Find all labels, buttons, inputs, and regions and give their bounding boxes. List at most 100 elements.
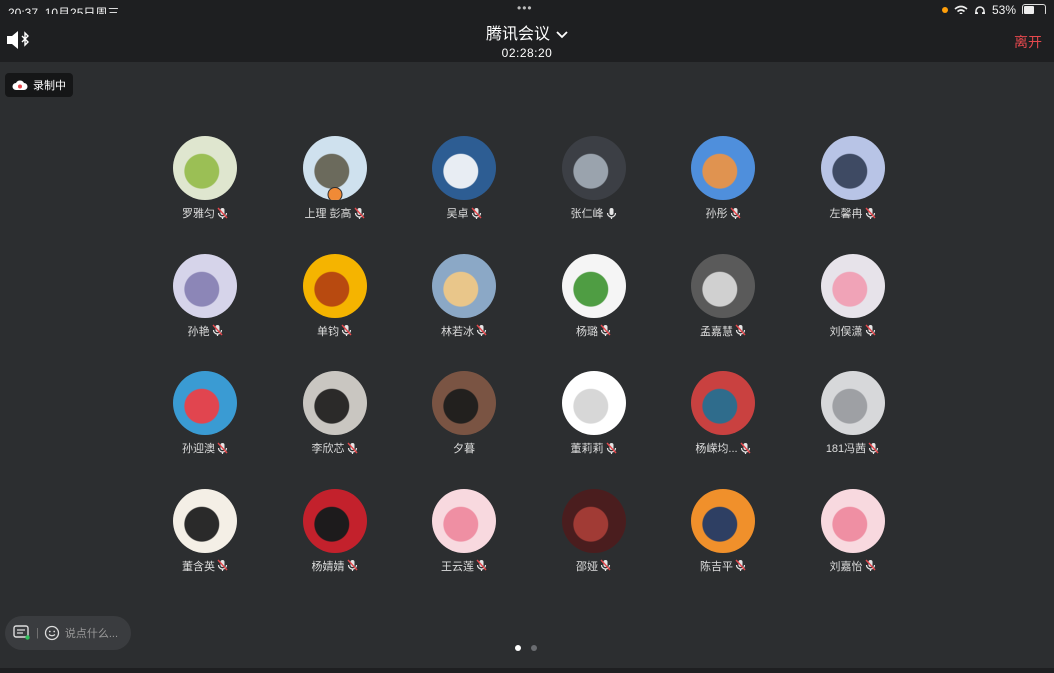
avatar[interactable] — [691, 253, 755, 318]
participant-tile[interactable]: 王云莲 — [399, 488, 529, 585]
participant-name: 李欣芯 — [311, 443, 345, 455]
participant-tile[interactable]: 刘俣潇 — [788, 253, 918, 350]
participant-tile[interactable]: 杨嵘均... — [658, 371, 788, 467]
participant-tile[interactable]: 邵娅 — [529, 488, 659, 585]
mic-muted-icon — [346, 559, 358, 572]
participant-name: 上理 彭高 — [304, 208, 352, 220]
mic-muted-icon — [600, 324, 611, 337]
avatar[interactable] — [302, 488, 367, 553]
participant-tile[interactable]: 孟嘉慧 — [658, 253, 788, 350]
participant-tile[interactable]: 吴卓 — [399, 136, 529, 232]
avatar[interactable] — [561, 371, 626, 435]
participant-tile[interactable]: 董莉莉 — [529, 371, 659, 467]
participant-name: 张仁峰 — [570, 208, 604, 220]
chat-placeholder: 说点什么... — [64, 628, 119, 640]
participant-name: 杨璐 — [576, 325, 598, 338]
participant-name-row: 孙迎澳 — [140, 440, 270, 456]
chat-list-icon[interactable] — [13, 625, 31, 641]
avatar[interactable] — [561, 488, 626, 553]
mic-muted-icon — [864, 559, 876, 572]
avatar[interactable] — [173, 253, 237, 318]
avatar[interactable] — [302, 253, 367, 318]
avatar[interactable] — [820, 136, 885, 200]
participant-name-row: 董含英 — [140, 558, 270, 574]
participant-tile[interactable]: 陈吉平 — [658, 488, 788, 585]
bottom-bar — [0, 668, 1054, 673]
participant-tile[interactable]: 董含英 — [140, 488, 270, 585]
avatar[interactable] — [432, 488, 496, 553]
avatar[interactable] — [820, 488, 885, 553]
participant-tile[interactable]: 孙迎澳 — [140, 371, 270, 467]
avatar[interactable] — [691, 136, 755, 200]
avatar[interactable] — [173, 371, 237, 435]
participant-tile[interactable]: 上理 彭高 — [270, 136, 400, 232]
participant-name: 王云莲 — [441, 560, 474, 573]
avatar[interactable] — [691, 488, 755, 553]
avatar[interactable] — [432, 136, 496, 200]
avatar[interactable] — [302, 136, 367, 200]
avatar[interactable] — [561, 253, 626, 318]
host-badge-icon — [327, 187, 342, 200]
mic-muted-icon — [600, 559, 611, 572]
meeting-timer: 02:28:20 — [501, 46, 553, 60]
participant-tile[interactable]: 181冯茜 — [788, 371, 918, 467]
participant-name-row: 李欣芯 — [270, 440, 400, 456]
participant-name-row: 杨嵘均... — [658, 440, 788, 456]
avatar[interactable] — [173, 488, 237, 553]
avatar[interactable] — [432, 253, 496, 318]
mic-muted-icon — [864, 207, 876, 220]
participant-name-row: 181冯茜 — [788, 440, 918, 456]
participant-tile[interactable]: 杨婧婧 — [270, 488, 400, 585]
participant-tile[interactable]: 张仁峰 — [529, 136, 659, 232]
avatar[interactable] — [302, 371, 367, 435]
avatar[interactable] — [432, 371, 496, 435]
chat-input[interactable]: | 说点什么... — [5, 616, 131, 650]
avatar[interactable] — [820, 253, 885, 318]
meeting-title-area[interactable]: 腾讯会议 02:28:20 — [0, 20, 1054, 60]
participant-name-row: 左馨冉 — [788, 205, 918, 221]
page-indicator[interactable] — [515, 645, 537, 651]
participant-name: 左馨冉 — [829, 208, 863, 220]
participant-name-row: 张仁峰 — [529, 205, 659, 221]
participant-name-row: 王云莲 — [399, 558, 529, 574]
avatar[interactable] — [691, 371, 755, 435]
mic-muted-icon — [341, 324, 352, 337]
mic-muted-icon — [729, 207, 741, 220]
participant-tile[interactable]: 刘嘉怡 — [788, 488, 918, 585]
participant-tile[interactable]: 夕暮 — [399, 371, 529, 467]
mic-muted-icon — [735, 324, 746, 337]
participant-tile[interactable]: 孙艳 — [140, 253, 270, 350]
participant-name: 孟嘉慧 — [700, 325, 733, 338]
participant-tile[interactable]: 左馨冉 — [788, 136, 918, 232]
meeting-title[interactable]: 腾讯会议 — [0, 20, 1054, 44]
mic-icon — [606, 207, 617, 220]
mic-muted-icon — [476, 559, 487, 572]
mic-muted-icon — [211, 324, 223, 337]
page-dot-2[interactable] — [531, 645, 537, 651]
participant-tile[interactable]: 单钧 — [270, 253, 400, 350]
participant-name-row: 邵娅 — [529, 558, 659, 574]
avatar[interactable] — [561, 136, 626, 200]
participant-tile[interactable]: 李欣芯 — [270, 371, 400, 467]
participant-gallery: 录制中 罗雅匀 上理 彭高 吴卓 张仁峰 孙彤 左馨冉孙艳 单钧 林若冰 杨璐 孟嘉慧 刘俣潇孙迎澳… — [0, 62, 1054, 668]
participant-name-row: 夕暮 — [399, 440, 529, 456]
participant-tile[interactable]: 杨璐 — [529, 253, 659, 350]
leave-button[interactable]: 离开 — [1014, 32, 1042, 52]
participant-tile[interactable]: 罗雅匀 — [140, 136, 270, 232]
mic-muted-icon — [740, 442, 751, 455]
participant-name: 林若冰 — [441, 325, 474, 338]
participant-name-row: 孙彤 — [658, 205, 788, 221]
mic-muted-icon — [868, 442, 879, 455]
participant-name: 董含英 — [182, 560, 215, 573]
avatar[interactable] — [820, 371, 885, 435]
participant-name-row: 上理 彭高 — [270, 205, 400, 221]
page-dot-1[interactable] — [515, 645, 521, 651]
more-dots-icon[interactable]: ••• — [517, 1, 533, 15]
chevron-down-icon[interactable] — [556, 31, 568, 39]
emoji-icon[interactable] — [44, 625, 60, 641]
mic-muted-icon — [476, 324, 487, 337]
participant-tile[interactable]: 孙彤 — [658, 136, 788, 232]
avatar[interactable] — [173, 136, 237, 200]
recording-badge[interactable]: 录制中 — [5, 73, 73, 97]
participant-tile[interactable]: 林若冰 — [399, 253, 529, 350]
